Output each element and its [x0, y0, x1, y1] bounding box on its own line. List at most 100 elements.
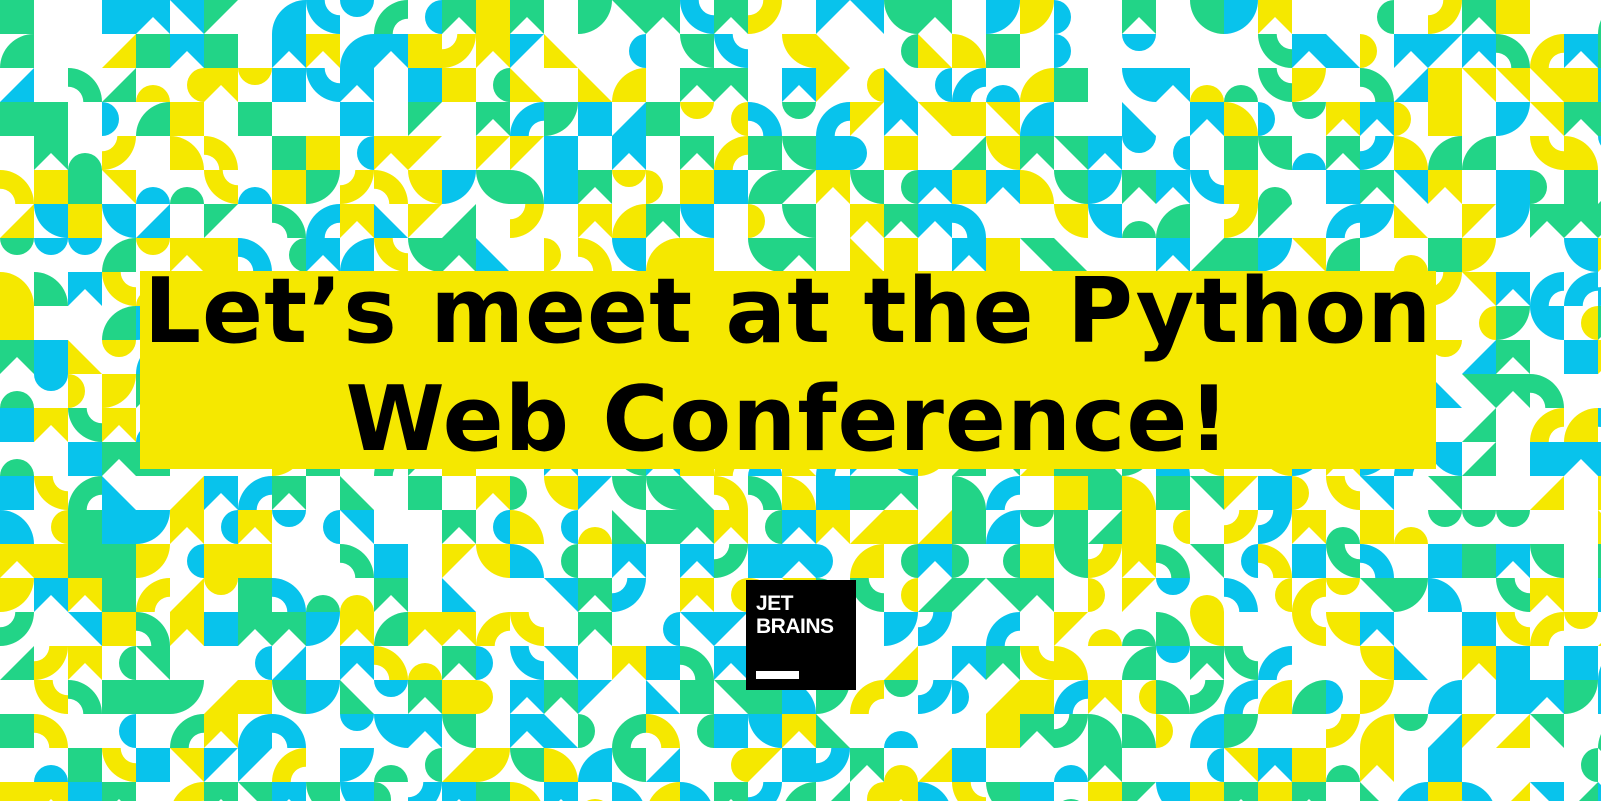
pattern-shape [1224, 782, 1258, 801]
pattern-shape [272, 748, 306, 782]
pattern-shape [510, 476, 527, 510]
pattern-shape [884, 510, 918, 544]
pattern-shape [136, 187, 170, 204]
pattern-shape [374, 204, 408, 238]
pattern-shape [578, 680, 612, 714]
pattern-shape [731, 102, 748, 136]
pattern-shape [1579, 782, 1598, 801]
pattern-shape [1020, 646, 1054, 680]
pattern-shape [0, 272, 34, 306]
pattern-shape [1258, 646, 1292, 680]
pattern-shape [1462, 136, 1496, 170]
pattern-shape [1258, 102, 1275, 136]
pattern-shape [34, 272, 68, 306]
pattern-shape [918, 748, 952, 782]
pattern-shape [340, 680, 374, 714]
pattern-shape [816, 34, 850, 68]
pattern-shape [1156, 680, 1190, 714]
pattern-shape [1292, 544, 1326, 578]
pattern-shape [1564, 102, 1598, 136]
pattern-shape [1258, 204, 1292, 238]
pattern-shape [578, 102, 612, 136]
pattern-shape [850, 136, 867, 170]
pattern-shape [544, 170, 578, 204]
pattern-shape [1088, 170, 1122, 204]
pattern-shape [1496, 714, 1530, 748]
pattern-shape [442, 578, 476, 612]
pattern-shape [1088, 510, 1122, 544]
pattern-shape [1326, 102, 1360, 136]
pattern-shape [1258, 476, 1292, 510]
pattern-shape [340, 204, 374, 238]
pattern-shape [170, 510, 204, 544]
pattern-shape [306, 170, 340, 204]
pattern-shape [1564, 34, 1598, 68]
pattern-shape [1360, 748, 1394, 782]
pattern-shape [680, 170, 714, 204]
pattern-shape [1326, 578, 1360, 595]
pattern-shape [1496, 578, 1530, 612]
pattern-shape [986, 646, 1020, 680]
pattern-shape [1275, 578, 1292, 612]
pattern-shape [952, 748, 986, 782]
pattern-shape [68, 612, 102, 646]
pattern-shape [1190, 85, 1224, 102]
pattern-shape [782, 136, 816, 170]
pattern-shape [1530, 306, 1564, 340]
pattern-shape [714, 680, 748, 714]
pattern-shape [68, 153, 102, 170]
pattern-shape [374, 0, 408, 34]
pattern-shape [1224, 204, 1258, 238]
conference-banner: Let’s meet at the Python Web Conference!… [0, 0, 1601, 801]
pattern-shape [34, 578, 68, 612]
logo-text-brains: BRAINS [756, 615, 834, 638]
pattern-shape [782, 510, 816, 544]
pattern-shape [1462, 646, 1496, 680]
pattern-shape [238, 612, 272, 646]
pattern-shape [748, 0, 782, 34]
pattern-shape [1292, 510, 1326, 544]
pattern-shape [544, 782, 578, 801]
pattern-shape [442, 680, 476, 714]
pattern-shape [1241, 544, 1258, 578]
pattern-shape [612, 714, 646, 748]
pattern-shape [1088, 578, 1105, 612]
pattern-shape [1530, 714, 1564, 748]
pattern-shape [1530, 68, 1564, 102]
pattern-shape [1190, 170, 1224, 204]
pattern-shape [612, 476, 646, 510]
pattern-shape [68, 170, 102, 204]
pattern-shape [952, 510, 986, 544]
pattern-shape [68, 578, 102, 612]
pattern-shape [1462, 442, 1496, 476]
pattern-shape [782, 68, 816, 102]
pattern-shape [1496, 68, 1530, 102]
pattern-shape [102, 136, 136, 170]
pattern-shape [1428, 748, 1462, 782]
pattern-shape [374, 680, 408, 697]
pattern-shape [68, 680, 102, 714]
pattern-shape [1479, 306, 1496, 340]
pattern-shape [714, 544, 748, 578]
pattern-shape [408, 102, 442, 136]
pattern-shape [68, 782, 102, 801]
pattern-shape [901, 578, 918, 612]
pattern-shape [68, 238, 102, 255]
pattern-shape [1496, 170, 1530, 204]
pattern-shape [340, 714, 374, 731]
pattern-shape [510, 782, 541, 801]
pattern-shape [884, 102, 918, 136]
pattern-shape [1496, 612, 1530, 646]
pattern-shape [34, 340, 68, 374]
pattern-shape [510, 714, 544, 748]
pattern-shape [1292, 68, 1326, 102]
pattern-shape [986, 0, 1020, 34]
pattern-shape [1564, 646, 1598, 680]
pattern-shape [884, 765, 918, 782]
pattern-shape [1258, 748, 1292, 782]
pattern-shape [0, 102, 34, 136]
pattern-shape [1428, 680, 1462, 714]
pattern-shape [0, 408, 34, 442]
pattern-shape [1224, 85, 1258, 102]
pattern-shape [1292, 782, 1326, 801]
